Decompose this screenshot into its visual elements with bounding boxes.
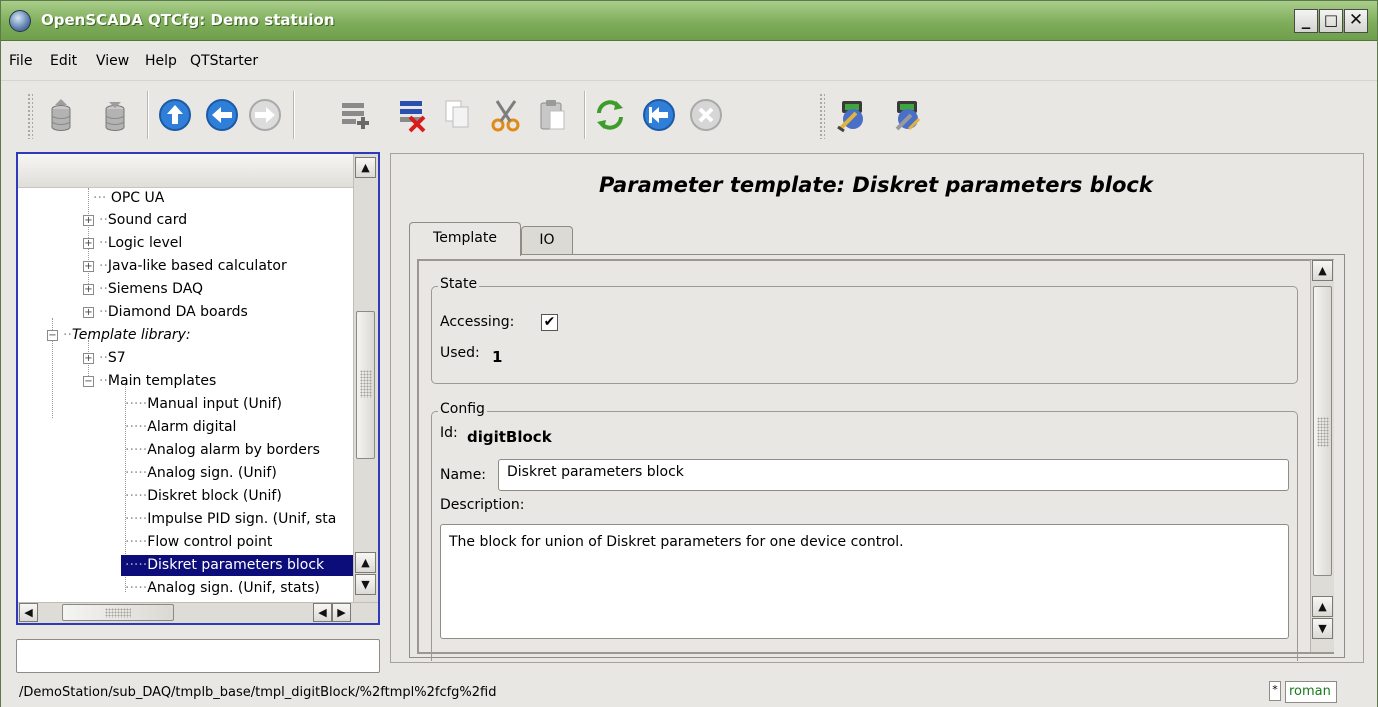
tree-item[interactable]: + ··Java-like based calculator: [83, 256, 287, 277]
menu-view[interactable]: View: [96, 53, 129, 69]
app-icon: [9, 10, 31, 32]
state-group: [431, 286, 1298, 384]
tab-template[interactable]: Template: [409, 222, 521, 256]
tree-item[interactable]: ·····Manual input (Unif): [125, 394, 282, 415]
copy-icon[interactable]: [438, 95, 476, 135]
title-bar[interactable]: OpenSCADA QTCfg: Demo statuion _ □ ✕: [1, 1, 1377, 41]
tree-item[interactable]: ·····Analog sign. (Unif): [125, 463, 277, 484]
id-value: digitBlock: [467, 428, 552, 446]
toolbar: [1, 80, 1377, 148]
expand-icon[interactable]: +: [83, 353, 94, 364]
tree-item[interactable]: ·····Impulse PID sign. (Unif, sta: [125, 509, 336, 530]
tree-item[interactable]: ·····Analog sign. (Unif, stats): [125, 578, 320, 599]
used-value: 1: [492, 348, 503, 366]
tree-item[interactable]: + ··Sound card: [83, 210, 187, 231]
scroll-up-button[interactable]: ▲: [1312, 596, 1333, 617]
scroll-down-button[interactable]: ▼: [355, 574, 376, 595]
tree-vertical-scrollbar[interactable]: ▲ ▲ ▼: [353, 154, 378, 602]
scroll-left-button[interactable]: ◀: [19, 603, 38, 622]
status-bar: /DemoStation/sub_DAQ/tmplb_base/tmpl_dig…: [1, 677, 1377, 707]
scroll-thumb[interactable]: [356, 311, 375, 459]
tree-item-selected[interactable]: ·····Diskret parameters block: [121, 555, 353, 576]
tree-item[interactable]: ·····Alarm digital: [125, 417, 236, 438]
tree-item[interactable]: + ··Logic level: [83, 233, 182, 254]
tree-viewport: ··· OPC UA + ··Sound card + ··Logic leve…: [18, 188, 353, 602]
navigation-tree[interactable]: ··· OPC UA + ··Sound card + ··Logic leve…: [16, 152, 380, 625]
start-icon[interactable]: [640, 95, 678, 135]
menu-bar: File Edit View Help QTStarter: [1, 42, 1377, 80]
main-window: OpenSCADA QTCfg: Demo statuion _ □ ✕ Fil…: [0, 0, 1378, 707]
status-path: /DemoStation/sub_DAQ/tmplb_base/tmpl_dig…: [19, 685, 497, 700]
tree-filter-input[interactable]: [16, 639, 380, 673]
name-field[interactable]: Diskret parameters block: [498, 459, 1289, 491]
delete-item-icon[interactable]: [394, 95, 432, 135]
expand-icon[interactable]: +: [83, 261, 94, 272]
menu-qtstarter[interactable]: QTStarter: [190, 53, 258, 69]
window-title: OpenSCADA QTCfg: Demo statuion: [41, 11, 335, 29]
description-field[interactable]: The block for union of Diskret parameter…: [440, 524, 1289, 639]
id-label: Id:: [440, 425, 458, 441]
expand-icon[interactable]: +: [83, 215, 94, 226]
toolbar-separator: [293, 91, 295, 139]
scroll-up-button[interactable]: ▲: [355, 552, 376, 573]
cut-icon[interactable]: [487, 95, 525, 135]
toolbar-grip[interactable]: [819, 93, 825, 139]
menu-edit[interactable]: Edit: [50, 53, 77, 69]
scroll-left-button[interactable]: ◀: [313, 603, 332, 622]
menu-help[interactable]: Help: [145, 53, 177, 69]
scroll-right-button[interactable]: ▶: [332, 603, 351, 622]
add-item-icon[interactable]: [336, 95, 374, 135]
accessing-label: Accessing:: [440, 314, 515, 330]
collapse-icon[interactable]: −: [47, 330, 58, 341]
expand-icon[interactable]: +: [83, 307, 94, 318]
station-config-icon[interactable]: [889, 95, 927, 135]
user-indicator[interactable]: roman: [1285, 681, 1337, 703]
refresh-icon[interactable]: [591, 95, 629, 135]
tree-item[interactable]: ·····Diskret block (Unif): [125, 486, 282, 507]
up-icon[interactable]: [156, 95, 194, 135]
form-vertical-scrollbar[interactable]: ▲ ▲ ▼: [1310, 260, 1334, 652]
forward-icon[interactable]: [246, 95, 284, 135]
scroll-thumb[interactable]: [1313, 286, 1332, 576]
scroll-thumb[interactable]: [62, 604, 174, 621]
tree-item[interactable]: + ··Siemens DAQ: [83, 279, 203, 300]
back-icon[interactable]: [203, 95, 241, 135]
tree-item[interactable]: + ··S7: [83, 348, 126, 369]
expand-icon[interactable]: +: [83, 238, 94, 249]
tab-io[interactable]: IO: [521, 226, 573, 255]
tree-horizontal-scrollbar[interactable]: ◀ ◀ ▶: [18, 602, 378, 623]
scroll-down-button[interactable]: ▼: [1312, 618, 1333, 639]
minimize-button[interactable]: _: [1294, 9, 1318, 33]
tree-item[interactable]: ·····Flow control point: [125, 532, 272, 553]
collapse-icon[interactable]: −: [83, 376, 94, 387]
toolbar-separator: [147, 91, 149, 139]
scroll-up-button[interactable]: ▲: [1312, 260, 1333, 281]
toolbar-separator: [584, 91, 586, 139]
tree-item[interactable]: + ··Diamond DA boards: [83, 302, 248, 323]
close-button[interactable]: ✕: [1344, 9, 1368, 33]
paste-icon[interactable]: [533, 95, 571, 135]
db-save-icon[interactable]: [96, 95, 134, 135]
tree-header: [18, 154, 353, 188]
toolbar-grip[interactable]: [27, 93, 33, 139]
tree-item[interactable]: ··· OPC UA: [93, 188, 164, 209]
modified-indicator[interactable]: *: [1269, 681, 1281, 701]
menu-file[interactable]: File: [9, 53, 32, 69]
config-group-title: Config: [438, 401, 487, 417]
tree-item[interactable]: − ··Main templates: [83, 371, 216, 392]
accessing-checkbox[interactable]: ✔: [541, 314, 558, 331]
used-label: Used:: [440, 345, 480, 361]
tree-item[interactable]: ·····Analog alarm by borders: [125, 440, 320, 461]
state-group-title: State: [438, 276, 480, 292]
expand-icon[interactable]: +: [83, 284, 94, 295]
remote-station-icon[interactable]: [834, 95, 872, 135]
stop-icon[interactable]: [687, 95, 725, 135]
tree-item[interactable]: − ··Template library:: [47, 325, 191, 346]
maximize-button[interactable]: □: [1319, 9, 1343, 33]
scroll-up-button[interactable]: ▲: [355, 157, 376, 178]
name-label: Name:: [440, 467, 487, 483]
description-label: Description:: [440, 497, 525, 513]
db-load-icon[interactable]: [42, 95, 80, 135]
page-title: Parameter template: Diskret parameters b…: [599, 173, 1153, 197]
